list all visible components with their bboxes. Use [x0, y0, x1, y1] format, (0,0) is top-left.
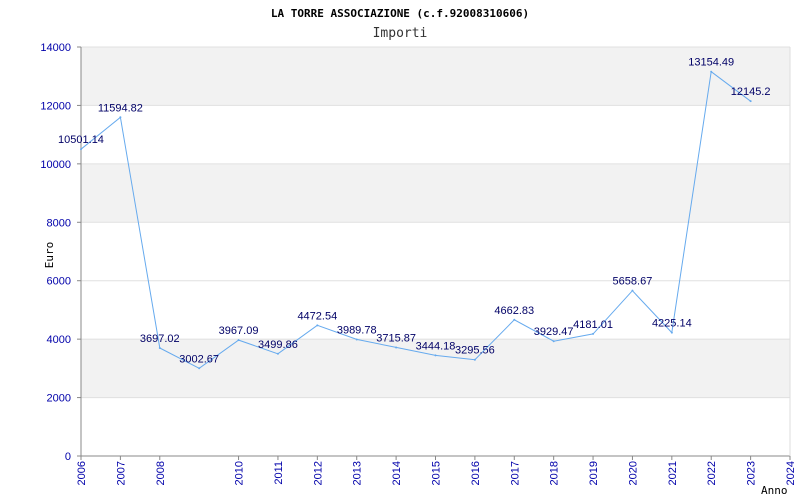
data-label: 3499.86 [258, 339, 298, 351]
x-tick-label: 2015 [431, 461, 443, 485]
data-point [710, 70, 713, 73]
x-tick-label: 2013 [352, 461, 364, 485]
data-label: 3295.56 [455, 345, 495, 357]
y-tick-label: 12000 [40, 100, 71, 112]
data-label: 5658.67 [613, 276, 653, 288]
data-point [592, 332, 595, 335]
data-label: 3444.18 [416, 340, 456, 352]
data-point [316, 324, 319, 327]
data-point [749, 100, 752, 103]
data-label: 3697.02 [140, 333, 180, 345]
chart-title: LA TORRE ASSOCIAZIONE (c.f.92008310606) [271, 7, 529, 20]
x-tick-label: 2024 [785, 461, 797, 485]
grid-band-2 [81, 47, 790, 106]
data-point [473, 358, 476, 361]
data-label: 13154.49 [688, 57, 734, 69]
data-point [237, 339, 240, 342]
data-label: 11594.82 [98, 102, 143, 114]
data-point [395, 346, 398, 349]
data-label: 10501.14 [58, 134, 104, 146]
x-tick-label: 2012 [312, 461, 324, 485]
y-axis-label: Euro [43, 242, 56, 269]
x-tick-label: 2022 [706, 461, 718, 485]
y-tick-label: 0 [65, 451, 71, 463]
data-label: 3967.09 [219, 325, 259, 337]
y-tick-label: 8000 [47, 217, 71, 229]
x-tick-label: 2011 [273, 461, 285, 485]
y-tick-label: 4000 [47, 334, 71, 346]
data-label: 4225.14 [652, 318, 692, 330]
data-point [513, 318, 516, 321]
data-label: 4662.83 [494, 305, 534, 317]
x-tick-label: 2016 [470, 461, 482, 485]
data-point [276, 352, 279, 355]
data-point [631, 289, 634, 292]
x-tick-label: 2008 [155, 461, 167, 485]
x-tick-label: 2007 [115, 461, 127, 485]
x-tick-label: 2014 [391, 461, 403, 485]
x-tick-label: 2023 [746, 461, 758, 485]
data-label: 3929.47 [534, 326, 574, 338]
data-label: 3002.67 [179, 353, 219, 365]
y-tick-label: 10000 [40, 159, 71, 171]
x-tick-label: 2006 [76, 461, 88, 485]
chart-subtitle: Importi [373, 26, 428, 41]
data-point [80, 148, 82, 151]
y-tick-label: 14000 [40, 42, 71, 54]
data-label: 3715.87 [376, 332, 416, 344]
x-tick-label: 2018 [549, 461, 561, 485]
data-label: 4472.54 [297, 310, 337, 322]
x-axis-label: Anno [761, 484, 788, 497]
data-point [552, 340, 555, 343]
data-point [119, 116, 122, 119]
y-tick-label: 6000 [47, 276, 71, 288]
x-tick-label: 2021 [667, 461, 679, 485]
data-label: 4181.01 [573, 319, 613, 331]
data-point [670, 331, 673, 334]
x-tick-label: 2017 [509, 461, 521, 485]
grid-band-1 [81, 163, 790, 223]
data-label: 12145.2 [731, 86, 771, 98]
data-point [434, 354, 437, 357]
x-tick-label: 2019 [588, 461, 600, 485]
data-point [158, 346, 161, 349]
x-tick-label: 2020 [627, 461, 639, 485]
line-chart: 0 2000 4000 6000 8000 10000 12000 14000 2006 2007… [0, 0, 800, 500]
data-label: 3989.78 [337, 324, 377, 336]
data-point [198, 367, 201, 370]
y-tick-label: 2000 [47, 393, 71, 405]
data-point [355, 338, 358, 341]
x-tick-label: 2010 [234, 461, 246, 485]
